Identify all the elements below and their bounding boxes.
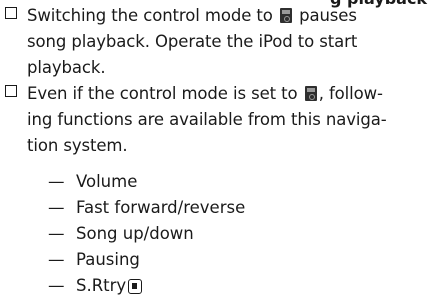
checkbox-bullet-icon bbox=[5, 7, 17, 19]
note-text: Switching the control mode to pauses son… bbox=[27, 3, 431, 81]
manual-page: g playback Switching the control mode to… bbox=[0, 0, 436, 304]
dash-bullet: — bbox=[48, 172, 65, 191]
ipod-mode-icon bbox=[304, 86, 317, 101]
note-line: tion system. bbox=[27, 136, 128, 155]
note-line-text: pauses bbox=[293, 6, 357, 25]
function-item-volume: — Volume bbox=[48, 169, 245, 195]
ipod-mode-icon bbox=[279, 8, 292, 23]
function-item-song-up-down: — Song up/down bbox=[48, 221, 245, 247]
note-line-text: Switching the control mode to bbox=[27, 6, 278, 25]
function-label: Pausing bbox=[76, 250, 140, 269]
note-line-text: , follow- bbox=[318, 84, 383, 103]
function-list: — Volume — Fast forward/reverse — Song up/d… bbox=[48, 169, 245, 299]
checkbox-bullet-icon bbox=[5, 85, 17, 97]
note-line: ing functions are available from this na… bbox=[27, 110, 387, 129]
function-label: Volume bbox=[76, 172, 138, 191]
note-line: song playback. Operate the iPod to start bbox=[27, 32, 358, 51]
dash-bullet: — bbox=[48, 250, 65, 269]
note-line: playback. bbox=[27, 58, 106, 77]
function-item-s-rtry: — S.Rtry bbox=[48, 273, 245, 299]
function-label: Song up/down bbox=[76, 224, 194, 243]
dash-bullet: — bbox=[48, 276, 65, 295]
stop-button-icon bbox=[128, 279, 143, 294]
function-label: S.Rtry bbox=[76, 276, 127, 295]
note-line-text: Even if the control mode is set to bbox=[27, 84, 303, 103]
note-item: Switching the control mode to pauses son… bbox=[5, 3, 431, 81]
dash-bullet: — bbox=[48, 224, 65, 243]
note-line: Switching the control mode to pauses bbox=[27, 3, 431, 29]
function-label: Fast forward/reverse bbox=[76, 198, 246, 217]
note-text: Even if the control mode is set to , fol… bbox=[27, 81, 431, 159]
function-item-fast-forward-reverse: — Fast forward/reverse bbox=[48, 195, 245, 221]
note-item: Even if the control mode is set to , fol… bbox=[5, 81, 431, 159]
note-line: Even if the control mode is set to , fol… bbox=[27, 81, 431, 107]
dash-bullet: — bbox=[48, 198, 65, 217]
function-item-pausing: — Pausing bbox=[48, 247, 245, 273]
